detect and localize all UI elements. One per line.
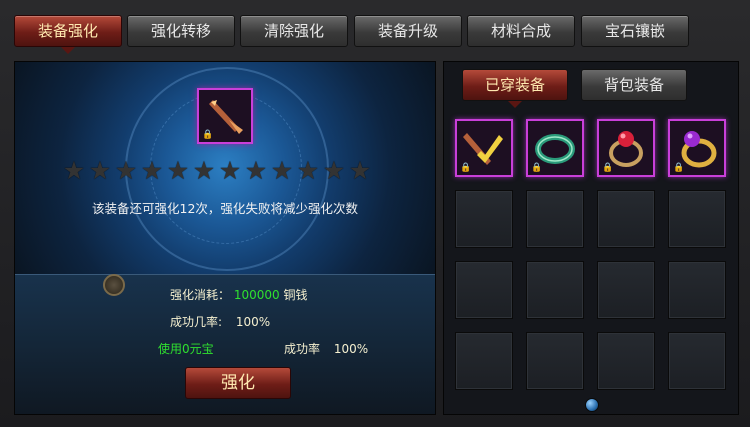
tab-gem-inlay[interactable]: 宝石镶嵌 (581, 15, 689, 47)
star-icon: ★ (114, 156, 138, 185)
empty-equip-slot[interactable] (597, 261, 655, 319)
tab-bag-equipment[interactable]: 背包装备 (581, 69, 687, 101)
enhance-panel: 🔒 ★ ★ ★ ★ ★ ★ ★ ★ ★ ★ ★ ★ 该装备还可强化12次，强化失败将减少强化次数 (14, 61, 436, 415)
equip-slot[interactable]: 🔒 (455, 119, 513, 177)
enhance-stars: ★ ★ ★ ★ ★ ★ ★ ★ ★ ★ ★ ★ (61, 158, 401, 184)
empty-equip-slot[interactable] (526, 332, 584, 390)
star-icon: ★ (140, 156, 164, 185)
lock-icon: 🔒 (673, 163, 685, 173)
star-icon: ★ (348, 156, 372, 185)
empty-equip-slot[interactable] (455, 261, 513, 319)
empty-equip-slot[interactable] (455, 332, 513, 390)
page-indicator-dot[interactable] (585, 398, 599, 412)
cost-amount: 100000 (233, 288, 280, 302)
tab-enhance-transfer[interactable]: 强化转移 (127, 15, 235, 47)
lock-icon: 🔒 (202, 130, 214, 140)
empty-equip-slot[interactable] (668, 261, 726, 319)
lock-icon: 🔒 (460, 163, 472, 173)
rate-label: 成功几率: (170, 315, 223, 329)
lock-icon: 🔒 (602, 163, 614, 173)
empty-equip-slot[interactable] (526, 261, 584, 319)
star-icon: ★ (244, 156, 268, 185)
cost-row: 强化消耗： 100000 铜钱 (170, 286, 308, 303)
empty-equip-slot[interactable] (597, 332, 655, 390)
star-icon: ★ (192, 156, 216, 185)
equip-slot[interactable]: 🔒 (668, 119, 726, 177)
use-ingot-label: 使用0元宝 (158, 342, 214, 356)
cost-unit: 铜钱 (283, 288, 308, 302)
tab-clear-enhance[interactable]: 清除强化 (240, 15, 348, 47)
empty-equip-slot[interactable] (597, 190, 655, 248)
star-icon: ★ (166, 156, 190, 185)
star-icon: ★ (218, 156, 242, 185)
equip-slot[interactable]: 🔒 (526, 119, 584, 177)
tab-material-synthesis[interactable]: 材料合成 (467, 15, 575, 47)
rate2-label: 成功率 (284, 342, 321, 356)
lock-icon: 🔒 (531, 163, 543, 173)
use-ingot-radio[interactable] (103, 274, 125, 296)
rate2-row: 成功率 100% (284, 340, 368, 357)
tab-equip-upgrade[interactable]: 装备升级 (354, 15, 462, 47)
tab-worn-equipment[interactable]: 已穿装备 (462, 69, 568, 108)
empty-equip-slot[interactable] (526, 190, 584, 248)
star-icon: ★ (322, 156, 346, 185)
star-icon: ★ (88, 156, 112, 185)
star-icon: ★ (270, 156, 294, 185)
cost-label: 强化消耗： (170, 288, 231, 302)
empty-equip-slot[interactable] (455, 190, 513, 248)
rate-value: 100% (235, 315, 271, 329)
rate2-value: 100% (333, 342, 369, 356)
equip-slot[interactable]: 🔒 (597, 119, 655, 177)
selected-item-slot[interactable]: 🔒 (197, 88, 253, 144)
star-icon: ★ (62, 156, 86, 185)
star-icon: ★ (296, 156, 320, 185)
enhance-description: 该装备还可强化12次，强化失败将减少强化次数 (92, 201, 358, 216)
enhance-button[interactable]: 强化 (185, 367, 291, 399)
rate-row: 成功几率: 100% (170, 313, 270, 330)
tab-equip-enhance[interactable]: 装备强化 (14, 15, 122, 54)
empty-equip-slot[interactable] (668, 190, 726, 248)
empty-equip-slot[interactable] (668, 332, 726, 390)
